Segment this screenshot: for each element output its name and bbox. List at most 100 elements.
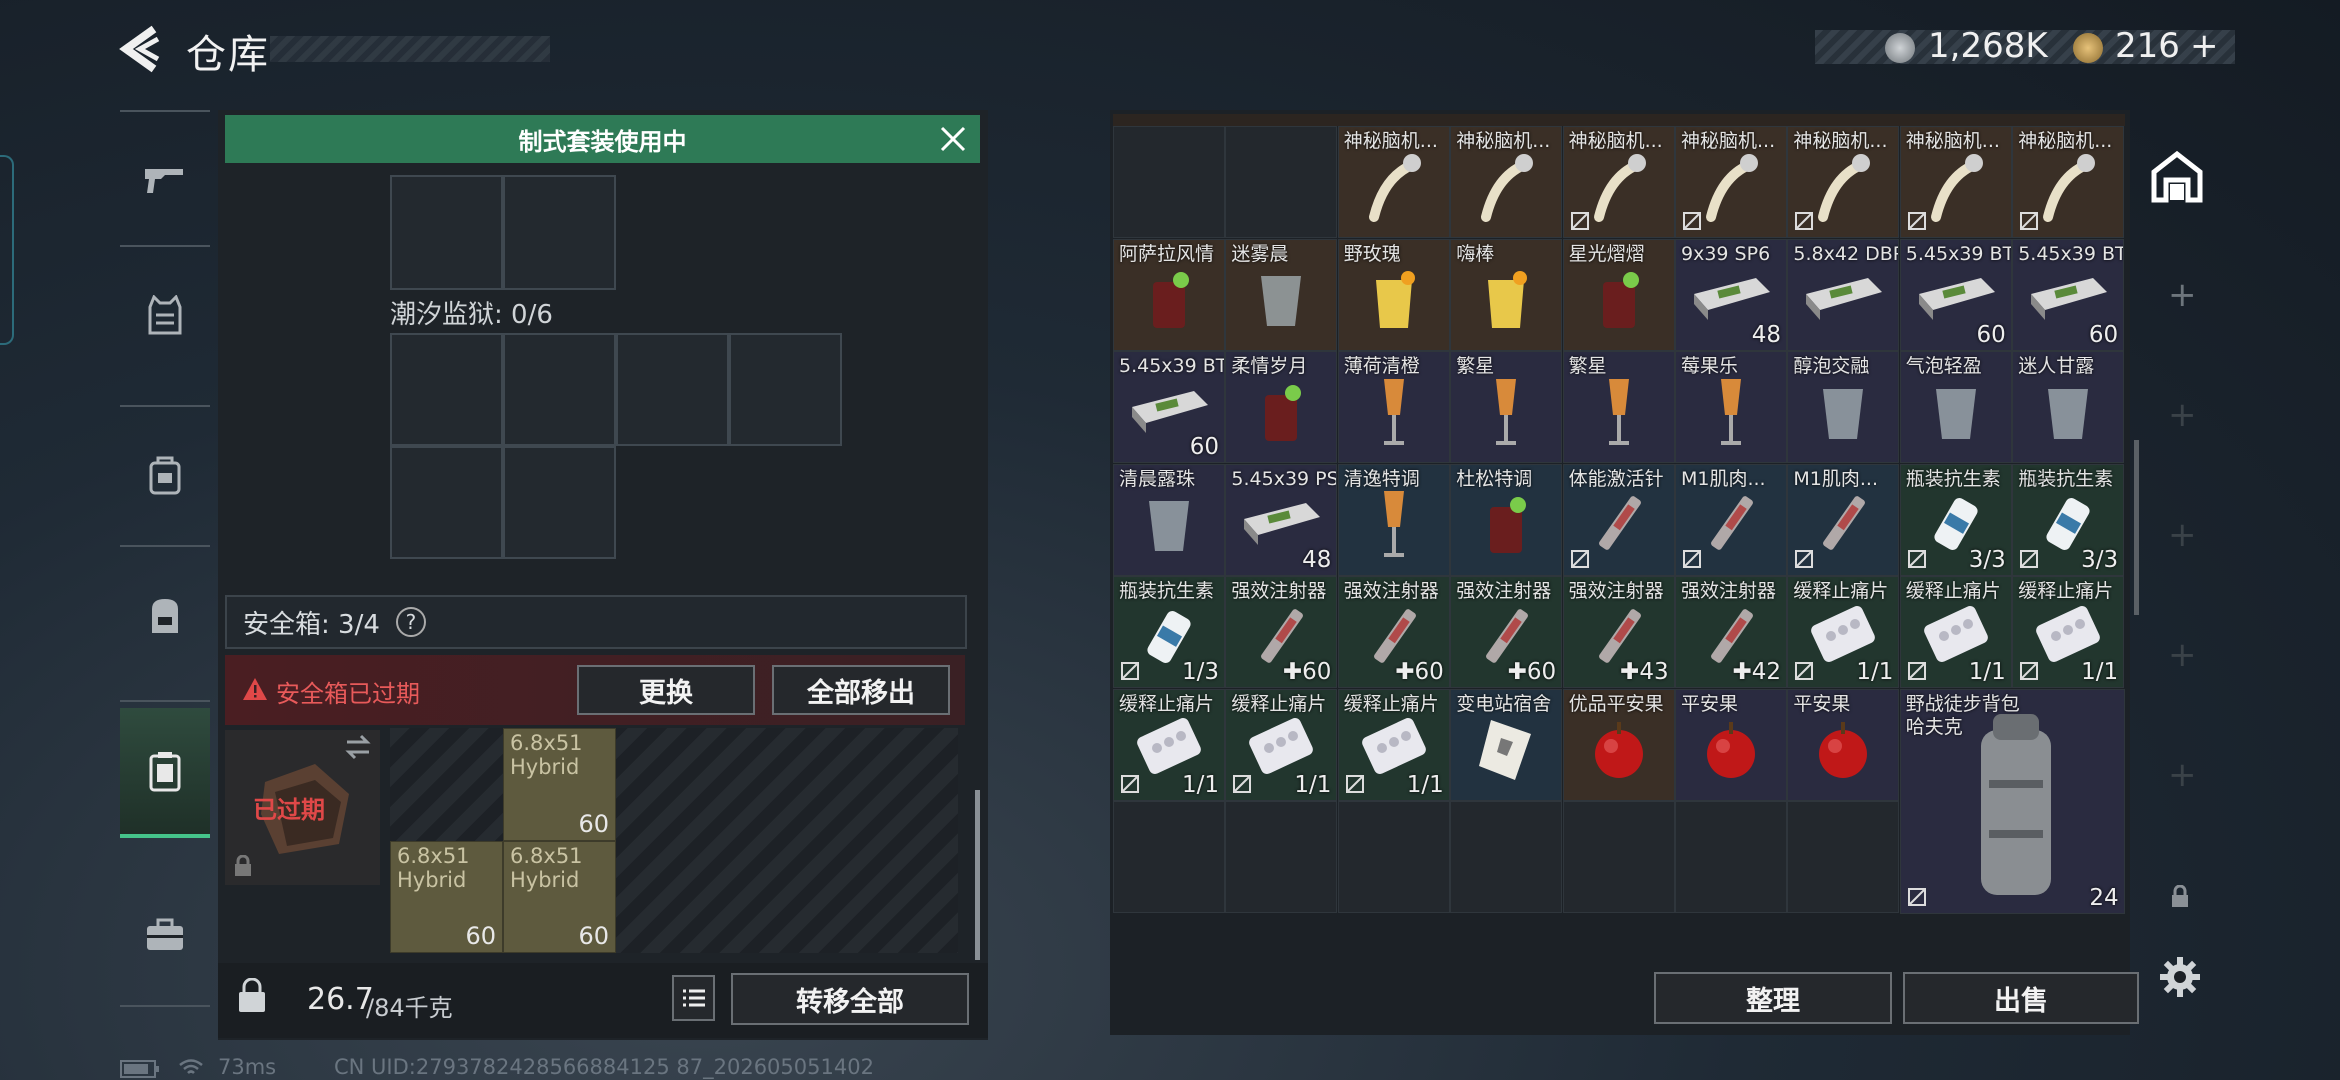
- add-currency-button[interactable]: +: [2190, 26, 2219, 66]
- storage-item[interactable]: 5.45x39 PS 48: [1225, 463, 1338, 576]
- storage-item[interactable]: 清晨露珠: [1113, 463, 1225, 576]
- slot-cell[interactable]: [503, 446, 616, 559]
- sort-button[interactable]: 整理: [1654, 972, 1892, 1024]
- storage-item[interactable]: 神秘脑机...: [1337, 126, 1450, 238]
- storage-item[interactable]: 神秘脑机...: [1787, 126, 1900, 238]
- storage-item[interactable]: 杜松特调: [1450, 463, 1563, 576]
- back-arrow-icon[interactable]: [118, 25, 168, 73]
- storage-item[interactable]: 繁星: [1450, 351, 1563, 463]
- sell-button[interactable]: 出售: [1903, 972, 2139, 1024]
- ammo-item[interactable]: 6.8x51 Hybrid 60: [503, 841, 616, 953]
- transfer-all-button[interactable]: 转移全部: [731, 973, 969, 1025]
- storage-item[interactable]: 莓果乐: [1675, 351, 1787, 463]
- storage-item[interactable]: 强效注射器 ✚60: [1450, 576, 1563, 688]
- list-view-button[interactable]: [672, 975, 715, 1021]
- scrollbar[interactable]: [975, 790, 980, 960]
- storage-item[interactable]: 迷人甘露: [2012, 351, 2125, 463]
- storage-icon[interactable]: [2150, 150, 2204, 204]
- add-storage-button[interactable]: +: [2168, 755, 2197, 795]
- storage-item[interactable]: 瓶装抗生素 3/3: [2012, 463, 2125, 576]
- storage-item[interactable]: 神秘脑机...: [1899, 126, 2012, 238]
- storage-item[interactable]: 神秘脑机...: [1562, 126, 1675, 238]
- slot-cell[interactable]: [503, 333, 616, 446]
- add-storage-button[interactable]: +: [2168, 635, 2197, 675]
- storage-empty-cell[interactable]: [1562, 801, 1675, 913]
- storage-item[interactable]: 薄荷清橙: [1337, 351, 1450, 463]
- storage-scrollbar[interactable]: [2134, 440, 2139, 615]
- storage-item[interactable]: 迷雾晨: [1225, 238, 1338, 351]
- ammo-item[interactable]: 6.8x51 Hybrid 60: [390, 841, 503, 953]
- storage-item[interactable]: 神秘脑机...: [2012, 126, 2125, 238]
- storage-item[interactable]: 野玫瑰: [1337, 238, 1450, 351]
- storage-empty-cell[interactable]: [1337, 801, 1450, 913]
- storage-empty-cell[interactable]: [1450, 801, 1563, 913]
- nav-weapon[interactable]: [120, 115, 210, 245]
- storage-item[interactable]: 平安果: [1787, 688, 1900, 801]
- add-storage-button[interactable]: +: [2168, 395, 2197, 435]
- storage-item[interactable]: 柔情岁月: [1225, 351, 1338, 463]
- ammo-item[interactable]: 6.8x51 Hybrid 60: [503, 728, 616, 841]
- storage-item[interactable]: 气泡轻盈: [1899, 351, 2012, 463]
- slot-cell[interactable]: [390, 333, 503, 446]
- storage-empty-cell[interactable]: [1225, 801, 1338, 913]
- replace-button[interactable]: 更换: [577, 665, 755, 715]
- storage-item[interactable]: 醇泡交融: [1787, 351, 1900, 463]
- add-storage-button[interactable]: +: [2168, 275, 2197, 315]
- storage-item[interactable]: 繁星: [1562, 351, 1675, 463]
- nav-backpack[interactable]: [120, 550, 210, 680]
- storage-empty-cell[interactable]: [1675, 801, 1787, 913]
- storage-empty-cell[interactable]: [1113, 801, 1225, 913]
- storage-empty-cell[interactable]: [1113, 126, 1225, 238]
- storage-item[interactable]: 缓释止痛片 1/1: [1899, 576, 2012, 688]
- storage-item[interactable]: 神秘脑机...: [1675, 126, 1787, 238]
- storage-item[interactable]: 缓释止痛片 1/1: [2012, 576, 2125, 688]
- storage-item[interactable]: 平安果: [1675, 688, 1787, 801]
- storage-empty-cell[interactable]: [1225, 126, 1338, 238]
- storage-item[interactable]: 缓释止痛片 1/1: [1787, 576, 1900, 688]
- storage-item[interactable]: 9x39 SP6 48: [1675, 238, 1787, 351]
- nav-case[interactable]: [120, 870, 210, 1000]
- settings-gear-icon[interactable]: [2158, 955, 2202, 999]
- storage-item[interactable]: 5.8x42 DBP10: [1787, 238, 1900, 351]
- side-tab[interactable]: [0, 155, 14, 345]
- storage-item[interactable]: 星光熠熠: [1562, 238, 1675, 351]
- storage-item[interactable]: 体能激活针: [1562, 463, 1675, 576]
- storage-item[interactable]: 清逸特调: [1337, 463, 1450, 576]
- storage-item[interactable]: 缓释止痛片 1/1: [1113, 688, 1225, 801]
- slot-cell[interactable]: [729, 333, 842, 446]
- storage-item[interactable]: 缓释止痛片 1/1: [1337, 688, 1450, 801]
- slot-cell[interactable]: [390, 175, 503, 290]
- close-icon[interactable]: [938, 124, 968, 154]
- nav-armor[interactable]: [120, 250, 210, 380]
- storage-item[interactable]: 变电站宿舍: [1450, 688, 1563, 801]
- storage-item[interactable]: 强效注射器 ✚60: [1225, 576, 1338, 688]
- slot-cell[interactable]: [390, 446, 503, 559]
- storage-item[interactable]: 神秘脑机...: [1450, 126, 1563, 238]
- storage-item[interactable]: 5.45x39 BT 60: [2012, 238, 2125, 351]
- storage-item[interactable]: 优品平安果: [1562, 688, 1675, 801]
- slot-cell[interactable]: [503, 175, 616, 290]
- help-icon[interactable]: ?: [395, 607, 426, 637]
- storage-empty-cell[interactable]: [1787, 801, 1900, 913]
- storage-item[interactable]: 强效注射器 ✚43: [1562, 576, 1675, 688]
- swap-icon[interactable]: [343, 734, 373, 760]
- storage-item[interactable]: 强效注射器 ✚42: [1675, 576, 1787, 688]
- backpack-item[interactable]: 野战徒步背包 哈夫克 24: [1899, 688, 2125, 914]
- storage-item[interactable]: 强效注射器 ✚60: [1337, 576, 1450, 688]
- weight-lock-icon[interactable]: [237, 978, 267, 1014]
- storage-item[interactable]: 阿萨拉风情: [1113, 238, 1225, 351]
- storage-item[interactable]: 瓶装抗生素 1/3: [1113, 576, 1225, 688]
- storage-item[interactable]: 5.45x39 BT 60: [1113, 351, 1225, 463]
- nav-chest-rig[interactable]: [120, 410, 210, 540]
- remove-all-button[interactable]: 全部移出: [772, 665, 950, 715]
- storage-item[interactable]: 5.45x39 BT 60: [1899, 238, 2012, 351]
- storage-item[interactable]: 缓释止痛片 1/1: [1225, 688, 1338, 801]
- slot-cell[interactable]: [616, 333, 729, 446]
- safe-box-slot[interactable]: 已过期: [225, 730, 380, 885]
- storage-item[interactable]: M1肌肉...: [1787, 463, 1900, 576]
- add-storage-button[interactable]: +: [2168, 515, 2197, 555]
- storage-item[interactable]: M1肌肉...: [1675, 463, 1787, 576]
- storage-item[interactable]: 嗨棒: [1450, 238, 1563, 351]
- storage-item[interactable]: 瓶装抗生素 3/3: [1899, 463, 2012, 576]
- nav-safe-box[interactable]: [120, 708, 210, 838]
